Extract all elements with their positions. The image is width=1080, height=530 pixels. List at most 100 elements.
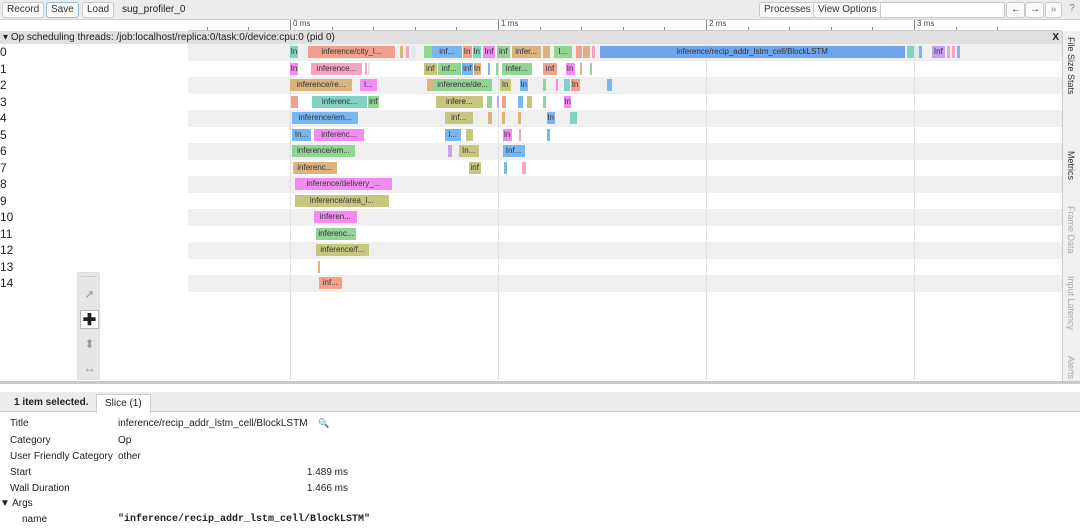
slice[interactable]: inf xyxy=(423,62,437,75)
slice[interactable] xyxy=(542,95,547,108)
slice[interactable]: inf xyxy=(542,62,558,75)
slice[interactable]: inf... xyxy=(437,62,461,75)
slice[interactable]: inference/delivery_... xyxy=(294,178,392,190)
slice[interactable] xyxy=(555,79,558,91)
slice[interactable] xyxy=(447,145,452,157)
slice[interactable] xyxy=(563,79,570,91)
slice[interactable] xyxy=(503,161,507,174)
slice[interactable]: In xyxy=(546,112,555,124)
slice[interactable] xyxy=(518,128,522,141)
slice[interactable]: In xyxy=(565,62,575,75)
slice[interactable]: infere... xyxy=(435,95,483,108)
slice[interactable] xyxy=(579,62,583,75)
tab-alerts[interactable]: Alerts xyxy=(1066,356,1076,379)
palette-drag-handle[interactable] xyxy=(81,273,96,277)
slice[interactable] xyxy=(317,260,320,273)
slice[interactable] xyxy=(526,95,532,108)
slice[interactable]: inf xyxy=(496,46,510,58)
slice[interactable]: In xyxy=(499,79,511,91)
slice[interactable] xyxy=(589,62,593,75)
slice[interactable]: inference/em... xyxy=(292,145,355,157)
slice[interactable]: inferenc... xyxy=(313,128,364,141)
slice[interactable]: inf... xyxy=(318,277,342,289)
slice[interactable]: In xyxy=(290,46,298,58)
slice[interactable]: inference/area_l... xyxy=(294,194,389,207)
slice[interactable] xyxy=(517,112,522,124)
slice[interactable]: l... xyxy=(553,46,573,58)
slice[interactable] xyxy=(546,128,550,141)
slice[interactable] xyxy=(918,46,922,58)
tab-input-latency[interactable]: Input Latency xyxy=(1066,276,1076,330)
slice[interactable] xyxy=(575,46,582,58)
time-ruler[interactable]: 0 ms 1 ms 2 ms 3 ms xyxy=(188,20,1062,31)
slice[interactable]: In xyxy=(563,95,572,108)
slice[interactable]: In xyxy=(502,128,512,141)
slice[interactable]: inference/recip_addr_lstm_cell/BlockLSTM xyxy=(599,46,905,58)
slice[interactable] xyxy=(405,46,409,58)
load-button[interactable]: Load xyxy=(82,2,115,18)
collapse-triangle-icon[interactable]: ▾ xyxy=(3,32,11,43)
slice[interactable]: inference/de... xyxy=(433,79,492,91)
slice[interactable]: inf xyxy=(367,95,379,108)
slice[interactable]: inference/em... xyxy=(292,112,358,124)
tab-metrics[interactable]: Metrics xyxy=(1066,151,1076,180)
args-toggle[interactable]: ▼ Args xyxy=(0,498,33,509)
process-track-header[interactable]: ▾ Op scheduling threads: /job:localhost/… xyxy=(0,31,1062,44)
expand-button[interactable]: » xyxy=(1045,2,1062,18)
slice[interactable]: In xyxy=(519,79,528,91)
slice[interactable] xyxy=(411,46,415,58)
next-result-button[interactable]: → xyxy=(1025,2,1044,18)
slice[interactable] xyxy=(501,112,505,124)
slice[interactable] xyxy=(364,62,367,75)
slice[interactable]: In... xyxy=(292,128,311,141)
tab-file-size-stats[interactable]: File Size Stats xyxy=(1066,37,1076,95)
slice[interactable] xyxy=(486,95,492,108)
slice[interactable]: inferenc... xyxy=(312,95,367,108)
close-track-button[interactable]: X xyxy=(1052,31,1059,44)
slice[interactable]: inference/city_l... xyxy=(307,46,395,58)
slice[interactable] xyxy=(569,112,577,124)
slice[interactable]: inferenc... xyxy=(316,227,356,240)
slice[interactable] xyxy=(951,46,955,58)
zoom-tool-icon[interactable]: ⬍ xyxy=(80,335,99,354)
slice[interactable] xyxy=(542,46,550,58)
slice[interactable] xyxy=(291,95,299,108)
slice[interactable]: inf... xyxy=(431,46,462,58)
timing-tool-icon[interactable]: ↔ xyxy=(80,359,99,378)
slice[interactable]: inference/re... xyxy=(290,79,352,91)
tab-slice[interactable]: Slice (1) xyxy=(96,394,151,413)
slice[interactable]: infer... xyxy=(511,46,541,58)
slice[interactable]: inference... xyxy=(311,62,362,75)
search-input[interactable] xyxy=(880,2,1005,18)
slice[interactable] xyxy=(521,161,526,174)
slice[interactable]: infer... xyxy=(501,62,532,75)
slice[interactable]: Inf xyxy=(482,46,496,58)
help-button[interactable]: ? xyxy=(1065,2,1079,18)
save-button[interactable]: Save xyxy=(46,2,79,18)
slice[interactable]: In xyxy=(290,62,298,75)
slice[interactable] xyxy=(517,95,523,108)
processes-button[interactable]: Processes xyxy=(759,2,816,18)
slice[interactable]: l... xyxy=(444,128,461,141)
slice[interactable] xyxy=(399,46,403,58)
slice[interactable] xyxy=(423,46,432,58)
view-options-button[interactable]: View Options xyxy=(813,2,882,18)
slice[interactable]: inf... xyxy=(444,112,473,124)
slice[interactable] xyxy=(906,46,914,58)
tab-frame-data[interactable]: Frame Data xyxy=(1066,206,1076,254)
slice[interactable]: In xyxy=(473,62,481,75)
slice[interactable]: inference/f... xyxy=(316,244,369,256)
slice[interactable] xyxy=(946,46,950,58)
slice[interactable]: inferenc... xyxy=(292,161,337,174)
slice[interactable] xyxy=(956,46,960,58)
slice[interactable] xyxy=(583,46,590,58)
slice[interactable]: inferen... xyxy=(313,211,357,223)
search-icon[interactable]: 🔍 xyxy=(318,418,329,429)
slice[interactable]: In... xyxy=(458,145,479,157)
slice[interactable] xyxy=(495,62,498,75)
slice[interactable]: Inf xyxy=(931,46,945,58)
selection-tool-icon[interactable]: ➚ xyxy=(80,285,99,304)
slice[interactable] xyxy=(542,79,547,91)
slice[interactable]: inf xyxy=(468,161,481,174)
slice[interactable]: inf xyxy=(461,62,473,75)
